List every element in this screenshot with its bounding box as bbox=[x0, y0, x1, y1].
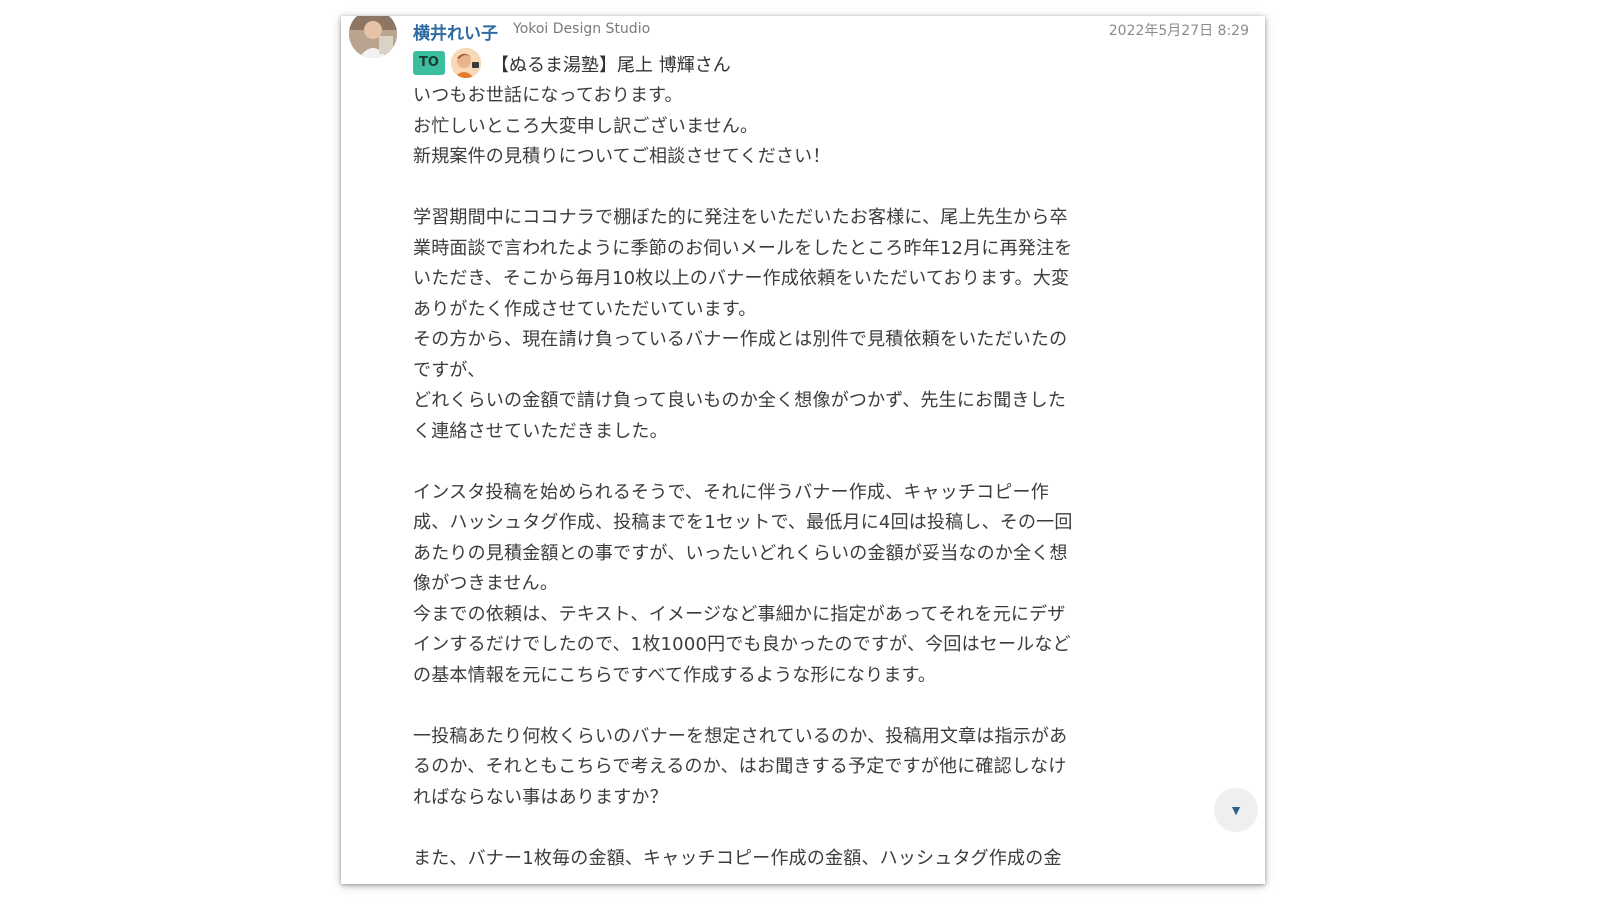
message-blank-line bbox=[413, 813, 1153, 844]
message-line: 新規案件の見積りについてご相談させてください！ bbox=[413, 146, 831, 167]
message-timestamp[interactable]: 2022年5月27日 8:29 bbox=[1109, 20, 1249, 40]
message-blank-line bbox=[413, 173, 1153, 204]
scroll-down-button[interactable]: ▼ bbox=[1214, 788, 1258, 832]
message-line: その方から、現在請け負っているバナー作成とは別件で見積依頼をいただいたの bbox=[413, 329, 1068, 350]
message-line: お忙しいところ大変申し訳ございません。 bbox=[413, 115, 759, 137]
message-blank-line bbox=[413, 691, 1153, 722]
message-line: また、バナー1枚毎の金額、キャッチコピー作成の金額、ハッシュタグ作成の金 bbox=[413, 847, 1062, 869]
message-line: るのか、それともこちらで考えるのか、はお聞きする予定ですが他に確認しなけ bbox=[413, 756, 1067, 777]
message-line: インスタ投稿を始められるそうで、それに伴うバナー作成、キャッチコピー作 bbox=[413, 481, 1049, 503]
message-line: く連絡させていただきました。 bbox=[413, 420, 668, 442]
message-line: 一投稿あたり何枚くらいのバナーを想定されているのか、投稿用文章は指示があ bbox=[413, 725, 1068, 747]
message-line: インするだけでしたので、1枚1000円でも良かったのですが、今回はセールなど bbox=[413, 634, 1071, 655]
message-line: あたりの見積金額との事ですが、いったいどれくらいの金額が妥当なのか全く想 bbox=[413, 542, 1068, 564]
message-line: 今までの依頼は、テキスト、イメージなど事細かに指定があってそれを元にデザ bbox=[413, 603, 1066, 625]
message-line: 学習期間中にココナラで棚ぼた的に発注をいただいたお客様に、尾上先生から卒 bbox=[413, 207, 1068, 228]
message-card: 横井れい子 Yokoi Design Studio 2022年5月27日 8:2… bbox=[341, 16, 1265, 884]
to-badge: TO bbox=[413, 51, 445, 75]
message-line: いただき、そこから毎月10枚以上のバナー作成依頼をいただいております。大変 bbox=[413, 268, 1070, 289]
message-line: 成、ハッシュタグ作成、投稿までを1セットで、最低月に4回は投稿し、その一回 bbox=[413, 512, 1073, 533]
sender-avatar[interactable] bbox=[349, 16, 397, 58]
message-body: いつもお世話になっております。お忙しいところ大変申し訳ございません。新規案件の見… bbox=[413, 81, 1153, 874]
message-line: の基本情報を元にこちらですべて作成するような形になります。 bbox=[413, 664, 937, 686]
sender-organization: Yokoi Design Studio bbox=[513, 21, 651, 37]
to-recipient-name[interactable]: 【ぬるま湯塾】尾上 博輝さん bbox=[491, 51, 731, 77]
avatar-photo-icon bbox=[451, 48, 481, 78]
message-line: ればならない事はありますか？ bbox=[413, 786, 668, 808]
message-line: ありがたく作成させていただいています。 bbox=[413, 298, 757, 320]
sender-name[interactable]: 横井れい子 bbox=[413, 19, 498, 44]
message-line: ですが、 bbox=[413, 359, 486, 381]
message-line: 像がつきません。 bbox=[413, 573, 559, 594]
recipient-avatar[interactable] bbox=[451, 48, 481, 78]
message-line: いつもお世話になっております。 bbox=[413, 85, 683, 106]
message-blank-line bbox=[413, 447, 1153, 478]
message-line: 業時面談で言われたように季節のお伺いメールをしたところ昨年12月に再発注を bbox=[413, 237, 1073, 259]
chevron-down-icon: ▼ bbox=[1229, 802, 1243, 818]
avatar-photo-icon bbox=[349, 16, 397, 58]
message-line: どれくらいの金額で請け負って良いものか全く想像がつかず、先生にお聞きした bbox=[413, 390, 1067, 411]
